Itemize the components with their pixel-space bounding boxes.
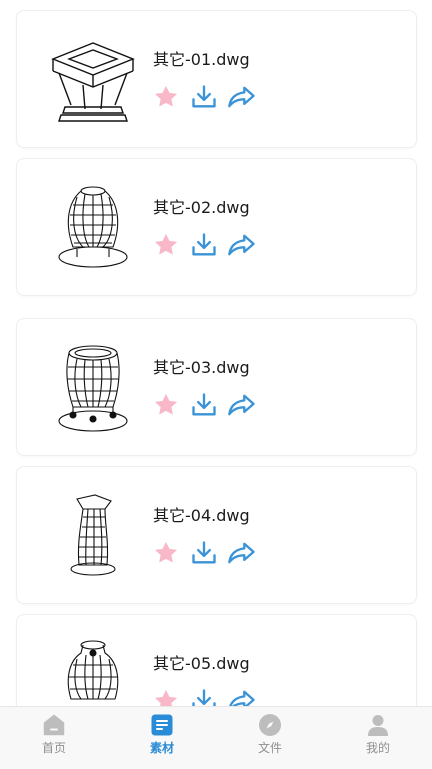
download-button[interactable]: [189, 538, 219, 568]
download-button[interactable]: [189, 230, 219, 260]
list-item[interactable]: 其它-02.dwg: [16, 158, 417, 296]
wireframe-urn-drawing: [43, 633, 143, 706]
share-button[interactable]: [227, 686, 257, 706]
file-actions: [151, 537, 257, 569]
tab-label: 首页: [41, 741, 66, 755]
file-actions: [151, 229, 257, 261]
home-icon: [42, 713, 66, 737]
file-list: 其它-01.dwg 其它-02.dwg 其它-03.dwg 其它-04.dwg …: [0, 0, 432, 706]
download-icon: [192, 393, 216, 416]
tab-label: 我的: [365, 741, 390, 755]
star-icon: [154, 233, 178, 255]
star-icon: [154, 541, 178, 563]
wireframe-pot-drawing: [43, 337, 143, 437]
tab-label: 文件: [257, 741, 282, 755]
file-name[interactable]: 其它-05.dwg: [153, 653, 250, 675]
star-icon: [154, 689, 178, 706]
share-icon: [228, 86, 255, 108]
share-icon: [228, 394, 255, 416]
wireframe-vase-drawing: [43, 485, 143, 585]
file-actions: [151, 81, 257, 113]
download-icon: [192, 541, 216, 564]
bottom-tab-bar: 首页 素材 文件 我的: [0, 706, 432, 769]
download-button[interactable]: [189, 390, 219, 420]
list-item[interactable]: 其它-03.dwg: [16, 318, 417, 456]
share-icon: [228, 542, 255, 564]
wireframe-jar-drawing: [43, 177, 143, 277]
share-button[interactable]: [227, 82, 257, 112]
file-actions: [151, 685, 257, 706]
list-item[interactable]: 其它-04.dwg: [16, 466, 417, 604]
compass-icon: [258, 713, 282, 737]
materials-icon: [150, 713, 174, 737]
favorite-button[interactable]: [151, 538, 181, 568]
favorite-button[interactable]: [151, 82, 181, 112]
file-actions: [151, 389, 257, 421]
download-icon: [192, 233, 216, 256]
share-button[interactable]: [227, 230, 257, 260]
share-icon: [229, 690, 255, 706]
user-icon: [366, 713, 390, 737]
star-icon: [154, 393, 178, 415]
list-item[interactable]: 其它-05.dwg: [16, 614, 417, 706]
file-name[interactable]: 其它-02.dwg: [153, 197, 250, 219]
download-button[interactable]: [189, 686, 219, 706]
download-icon: [192, 85, 216, 108]
tab-home[interactable]: 首页: [0, 707, 108, 769]
download-icon: [192, 689, 216, 706]
pillar-cap-drawing: [43, 29, 143, 129]
file-name[interactable]: 其它-03.dwg: [153, 357, 250, 379]
download-button[interactable]: [189, 82, 219, 112]
tab-files[interactable]: 文件: [216, 707, 324, 769]
tab-materials[interactable]: 素材: [108, 707, 216, 769]
file-name[interactable]: 其它-04.dwg: [153, 505, 250, 527]
share-icon: [228, 234, 255, 256]
file-name[interactable]: 其它-01.dwg: [153, 49, 250, 71]
tab-mine[interactable]: 我的: [324, 707, 432, 769]
share-button[interactable]: [227, 538, 257, 568]
tab-label: 素材: [149, 741, 174, 755]
list-item[interactable]: 其它-01.dwg: [16, 10, 417, 148]
favorite-button[interactable]: [151, 390, 181, 420]
star-icon: [154, 85, 178, 107]
share-button[interactable]: [227, 390, 257, 420]
favorite-button[interactable]: [151, 686, 181, 706]
favorite-button[interactable]: [151, 230, 181, 260]
